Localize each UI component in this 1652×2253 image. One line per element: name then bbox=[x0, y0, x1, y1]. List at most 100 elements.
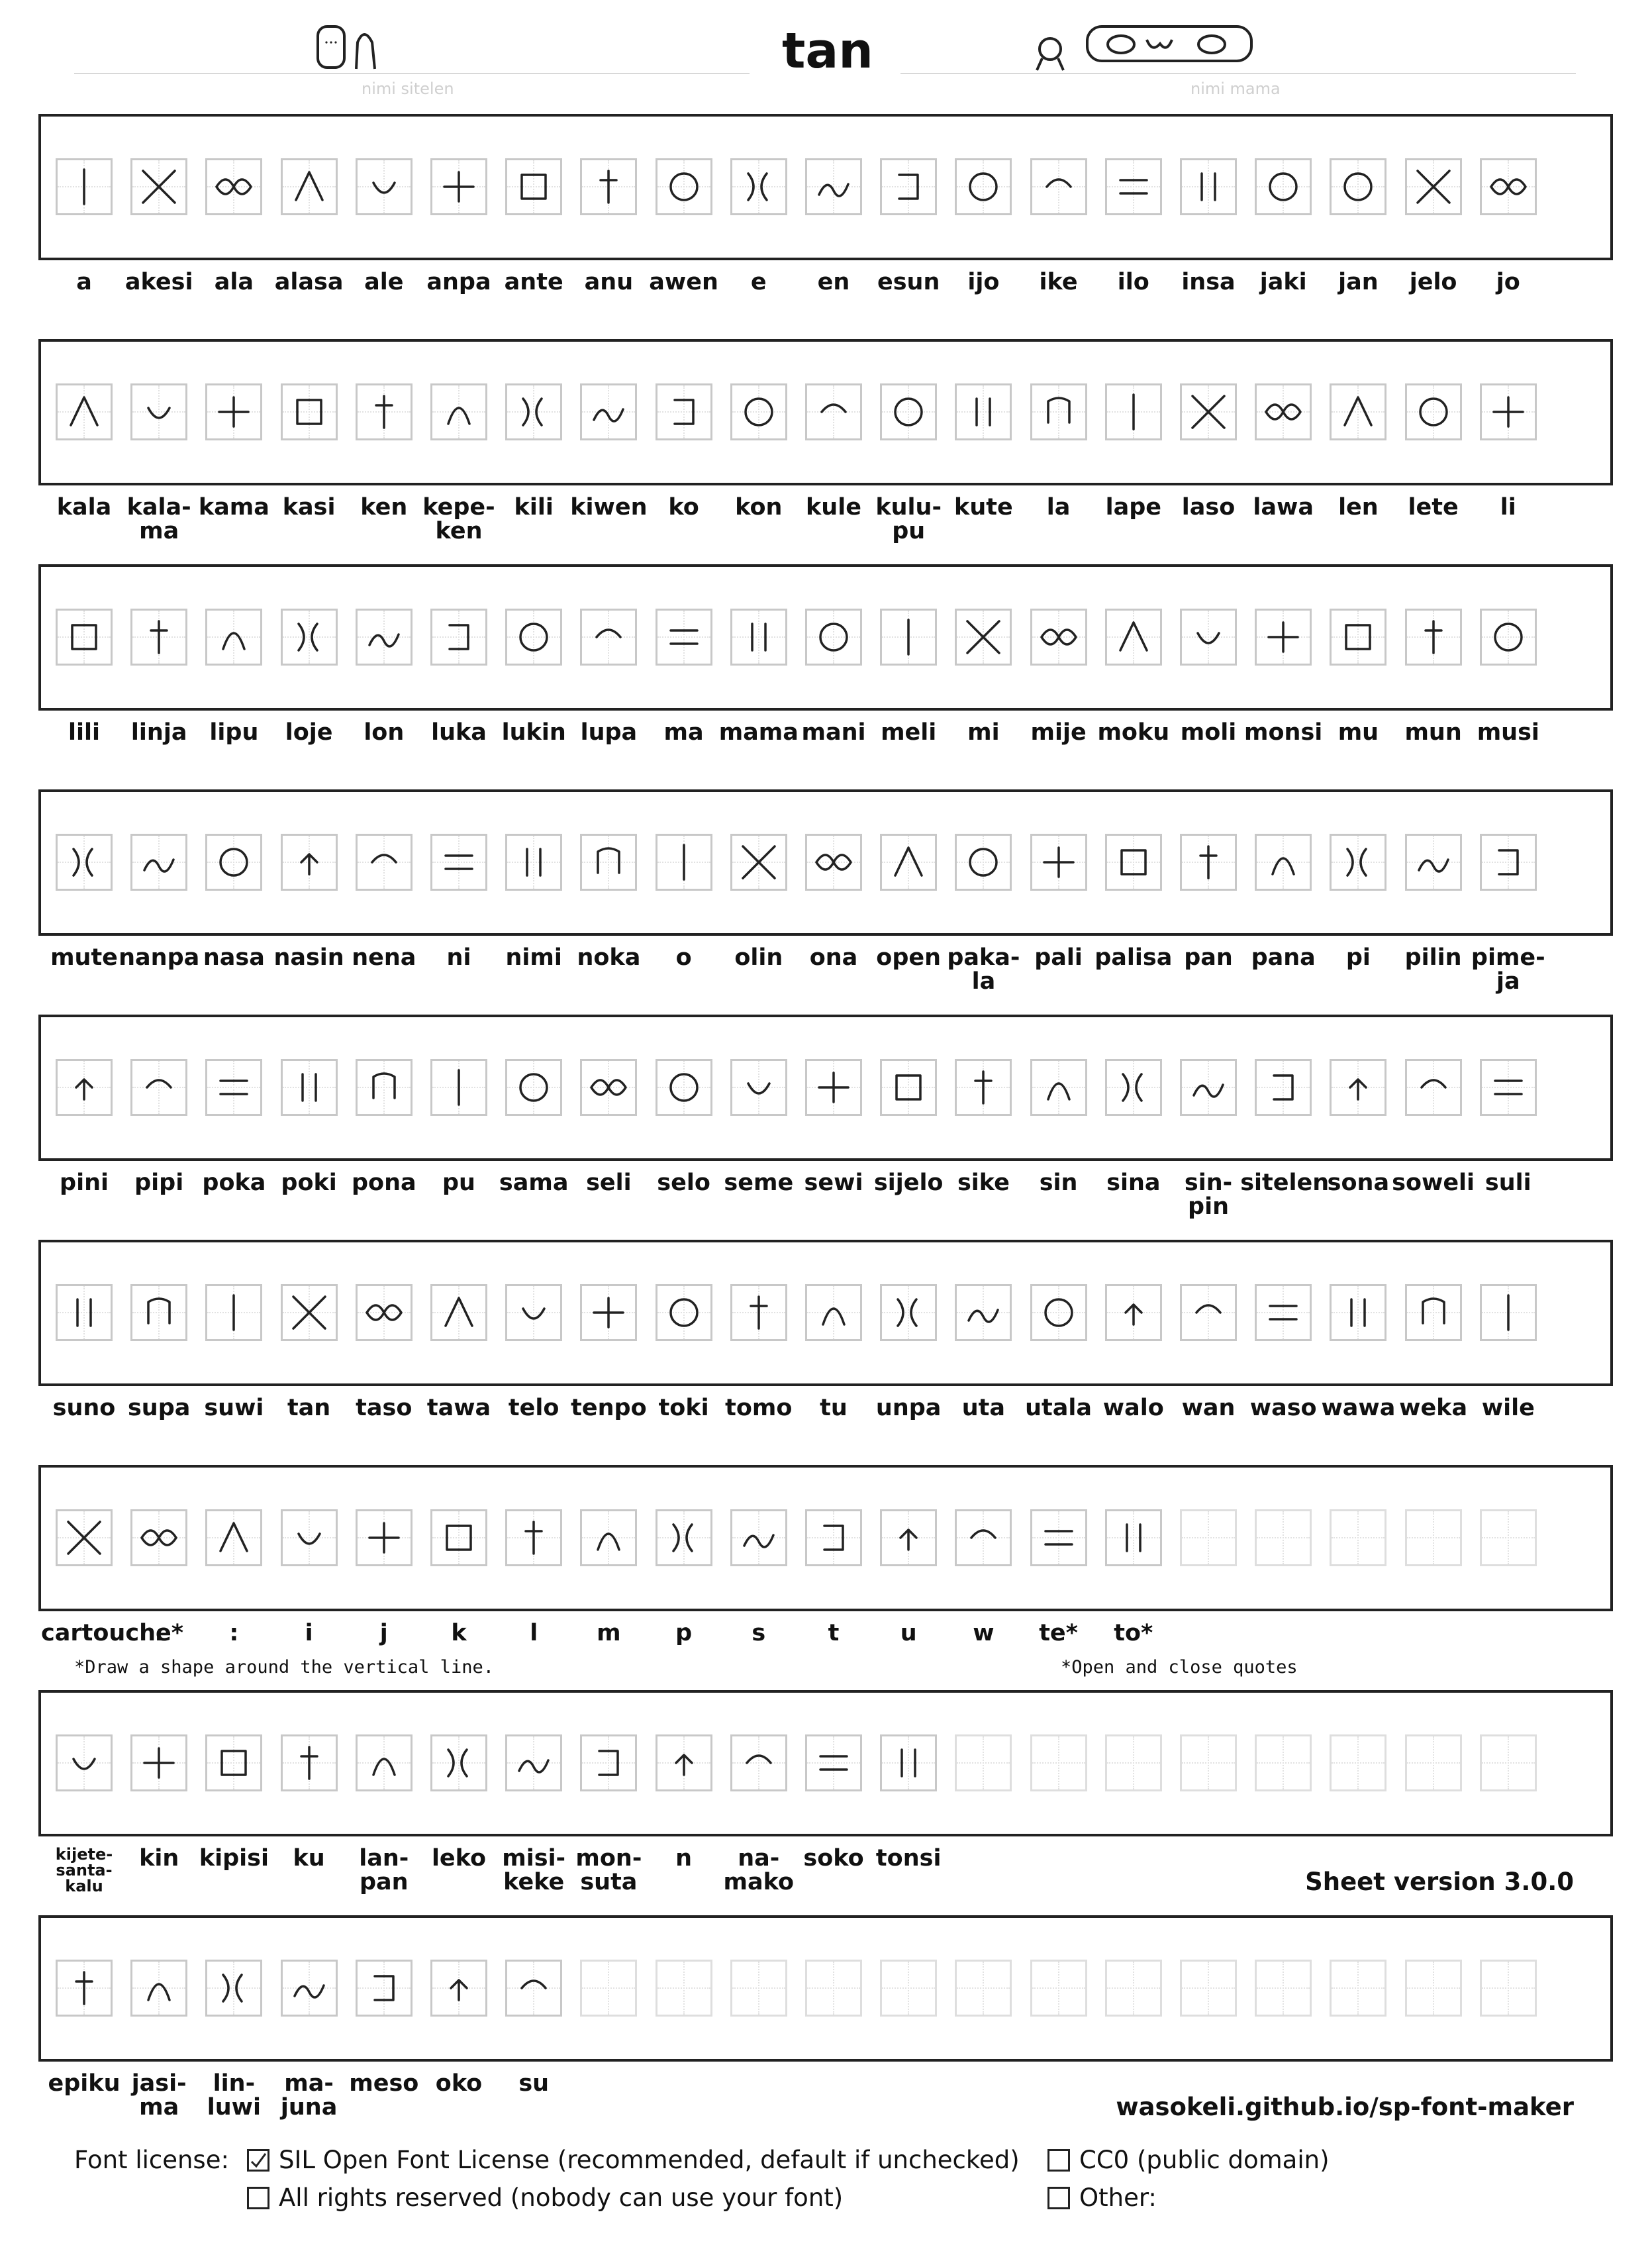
glyph-cell[interactable] bbox=[1030, 1284, 1087, 1341]
empty-glyph-cell[interactable] bbox=[1404, 1734, 1462, 1791]
glyph-cell[interactable] bbox=[730, 834, 787, 891]
license-option-cc0[interactable]: CC0 (public domain) bbox=[1047, 2146, 1330, 2174]
empty-glyph-cell[interactable] bbox=[1030, 1960, 1087, 2017]
glyph-cell[interactable] bbox=[56, 1059, 113, 1116]
glyph-cell[interactable] bbox=[880, 158, 938, 215]
glyph-cell[interactable] bbox=[1404, 383, 1462, 440]
glyph-cell[interactable] bbox=[430, 1509, 487, 1566]
glyph-cell[interactable] bbox=[130, 1960, 188, 2017]
glyph-cell[interactable] bbox=[655, 1059, 712, 1116]
empty-glyph-cell[interactable] bbox=[955, 1960, 1012, 2017]
glyph-cell[interactable] bbox=[1180, 834, 1237, 891]
glyph-cell[interactable] bbox=[505, 609, 563, 666]
glyph-cell[interactable] bbox=[205, 383, 263, 440]
glyph-cell[interactable] bbox=[955, 609, 1012, 666]
glyph-cell[interactable] bbox=[130, 1734, 188, 1791]
glyph-cell[interactable] bbox=[430, 1284, 487, 1341]
glyph-cell[interactable] bbox=[880, 834, 938, 891]
glyph-cell[interactable] bbox=[1104, 834, 1162, 891]
glyph-cell[interactable] bbox=[355, 1734, 413, 1791]
glyph-cell[interactable] bbox=[56, 383, 113, 440]
glyph-cell[interactable] bbox=[580, 1284, 638, 1341]
glyph-cell[interactable] bbox=[1330, 383, 1387, 440]
glyph-cell[interactable] bbox=[1479, 834, 1537, 891]
glyph-cell[interactable] bbox=[880, 609, 938, 666]
glyph-cell[interactable] bbox=[1479, 383, 1537, 440]
glyph-cell[interactable] bbox=[505, 1284, 563, 1341]
glyph-cell[interactable] bbox=[1330, 1059, 1387, 1116]
glyph-cell[interactable] bbox=[1479, 1059, 1537, 1116]
glyph-cell[interactable] bbox=[430, 609, 487, 666]
glyph-cell[interactable] bbox=[1180, 383, 1237, 440]
glyph-cell[interactable] bbox=[655, 1509, 712, 1566]
empty-glyph-cell[interactable] bbox=[1330, 1960, 1387, 2017]
glyph-cell[interactable] bbox=[280, 158, 338, 215]
glyph-cell[interactable] bbox=[205, 158, 263, 215]
glyph-cell[interactable] bbox=[355, 158, 413, 215]
glyph-cell[interactable] bbox=[205, 609, 263, 666]
glyph-cell[interactable] bbox=[205, 834, 263, 891]
glyph-cell[interactable] bbox=[280, 1960, 338, 2017]
license-option-ofl[interactable]: SIL Open Font License (recommended, defa… bbox=[247, 2146, 1020, 2174]
glyph-cell[interactable] bbox=[1479, 158, 1537, 215]
glyph-cell[interactable] bbox=[805, 158, 862, 215]
glyph-cell[interactable] bbox=[505, 834, 563, 891]
glyph-cell[interactable] bbox=[505, 1509, 563, 1566]
glyph-cell[interactable] bbox=[430, 1960, 487, 2017]
ofl-checkbox[interactable] bbox=[247, 2149, 269, 2172]
glyph-cell[interactable] bbox=[280, 1059, 338, 1116]
glyph-cell[interactable] bbox=[280, 1734, 338, 1791]
glyph-cell[interactable] bbox=[955, 1284, 1012, 1341]
glyph-cell[interactable] bbox=[805, 834, 862, 891]
glyph-cell[interactable] bbox=[1030, 1059, 1087, 1116]
glyph-cell[interactable] bbox=[805, 383, 862, 440]
other-checkbox[interactable] bbox=[1047, 2187, 1070, 2209]
glyph-cell[interactable] bbox=[1330, 834, 1387, 891]
glyph-cell[interactable] bbox=[1030, 158, 1087, 215]
glyph-cell[interactable] bbox=[505, 1960, 563, 2017]
glyph-cell[interactable] bbox=[355, 1509, 413, 1566]
glyph-cell[interactable] bbox=[56, 1509, 113, 1566]
cc0-checkbox[interactable] bbox=[1047, 2149, 1070, 2172]
glyph-cell[interactable] bbox=[1404, 158, 1462, 215]
empty-glyph-cell[interactable] bbox=[1104, 1734, 1162, 1791]
glyph-cell[interactable] bbox=[1030, 383, 1087, 440]
glyph-cell[interactable] bbox=[1404, 609, 1462, 666]
glyph-cell[interactable] bbox=[505, 158, 563, 215]
glyph-cell[interactable] bbox=[355, 1059, 413, 1116]
glyph-cell[interactable] bbox=[580, 609, 638, 666]
glyph-cell[interactable] bbox=[280, 383, 338, 440]
glyph-cell[interactable] bbox=[880, 1734, 938, 1791]
glyph-cell[interactable] bbox=[805, 1509, 862, 1566]
glyph-cell[interactable] bbox=[280, 609, 338, 666]
glyph-cell[interactable] bbox=[805, 1059, 862, 1116]
glyph-cell[interactable] bbox=[130, 158, 188, 215]
glyph-cell[interactable] bbox=[130, 1059, 188, 1116]
empty-glyph-cell[interactable] bbox=[1255, 1960, 1312, 2017]
glyph-cell[interactable] bbox=[1104, 1509, 1162, 1566]
glyph-cell[interactable] bbox=[1180, 158, 1237, 215]
empty-glyph-cell[interactable] bbox=[730, 1960, 787, 2017]
glyph-cell[interactable] bbox=[1404, 1284, 1462, 1341]
glyph-cell[interactable] bbox=[56, 1960, 113, 2017]
glyph-cell[interactable] bbox=[730, 1059, 787, 1116]
glyph-cell[interactable] bbox=[1404, 834, 1462, 891]
glyph-cell[interactable] bbox=[880, 1284, 938, 1341]
glyph-cell[interactable] bbox=[730, 1509, 787, 1566]
glyph-cell[interactable] bbox=[1255, 609, 1312, 666]
glyph-cell[interactable] bbox=[580, 1509, 638, 1566]
empty-glyph-cell[interactable] bbox=[1330, 1509, 1387, 1566]
glyph-cell[interactable] bbox=[580, 1059, 638, 1116]
glyph-cell[interactable] bbox=[1104, 609, 1162, 666]
glyph-cell[interactable] bbox=[205, 1509, 263, 1566]
glyph-cell[interactable] bbox=[430, 383, 487, 440]
glyph-cell[interactable] bbox=[280, 834, 338, 891]
glyph-cell[interactable] bbox=[955, 1059, 1012, 1116]
glyph-cell[interactable] bbox=[655, 1734, 712, 1791]
glyph-cell[interactable] bbox=[1479, 1284, 1537, 1341]
glyph-cell[interactable] bbox=[505, 1734, 563, 1791]
glyph-cell[interactable] bbox=[580, 158, 638, 215]
glyph-cell[interactable] bbox=[56, 834, 113, 891]
empty-glyph-cell[interactable] bbox=[1479, 1734, 1537, 1791]
empty-glyph-cell[interactable] bbox=[1030, 1734, 1087, 1791]
